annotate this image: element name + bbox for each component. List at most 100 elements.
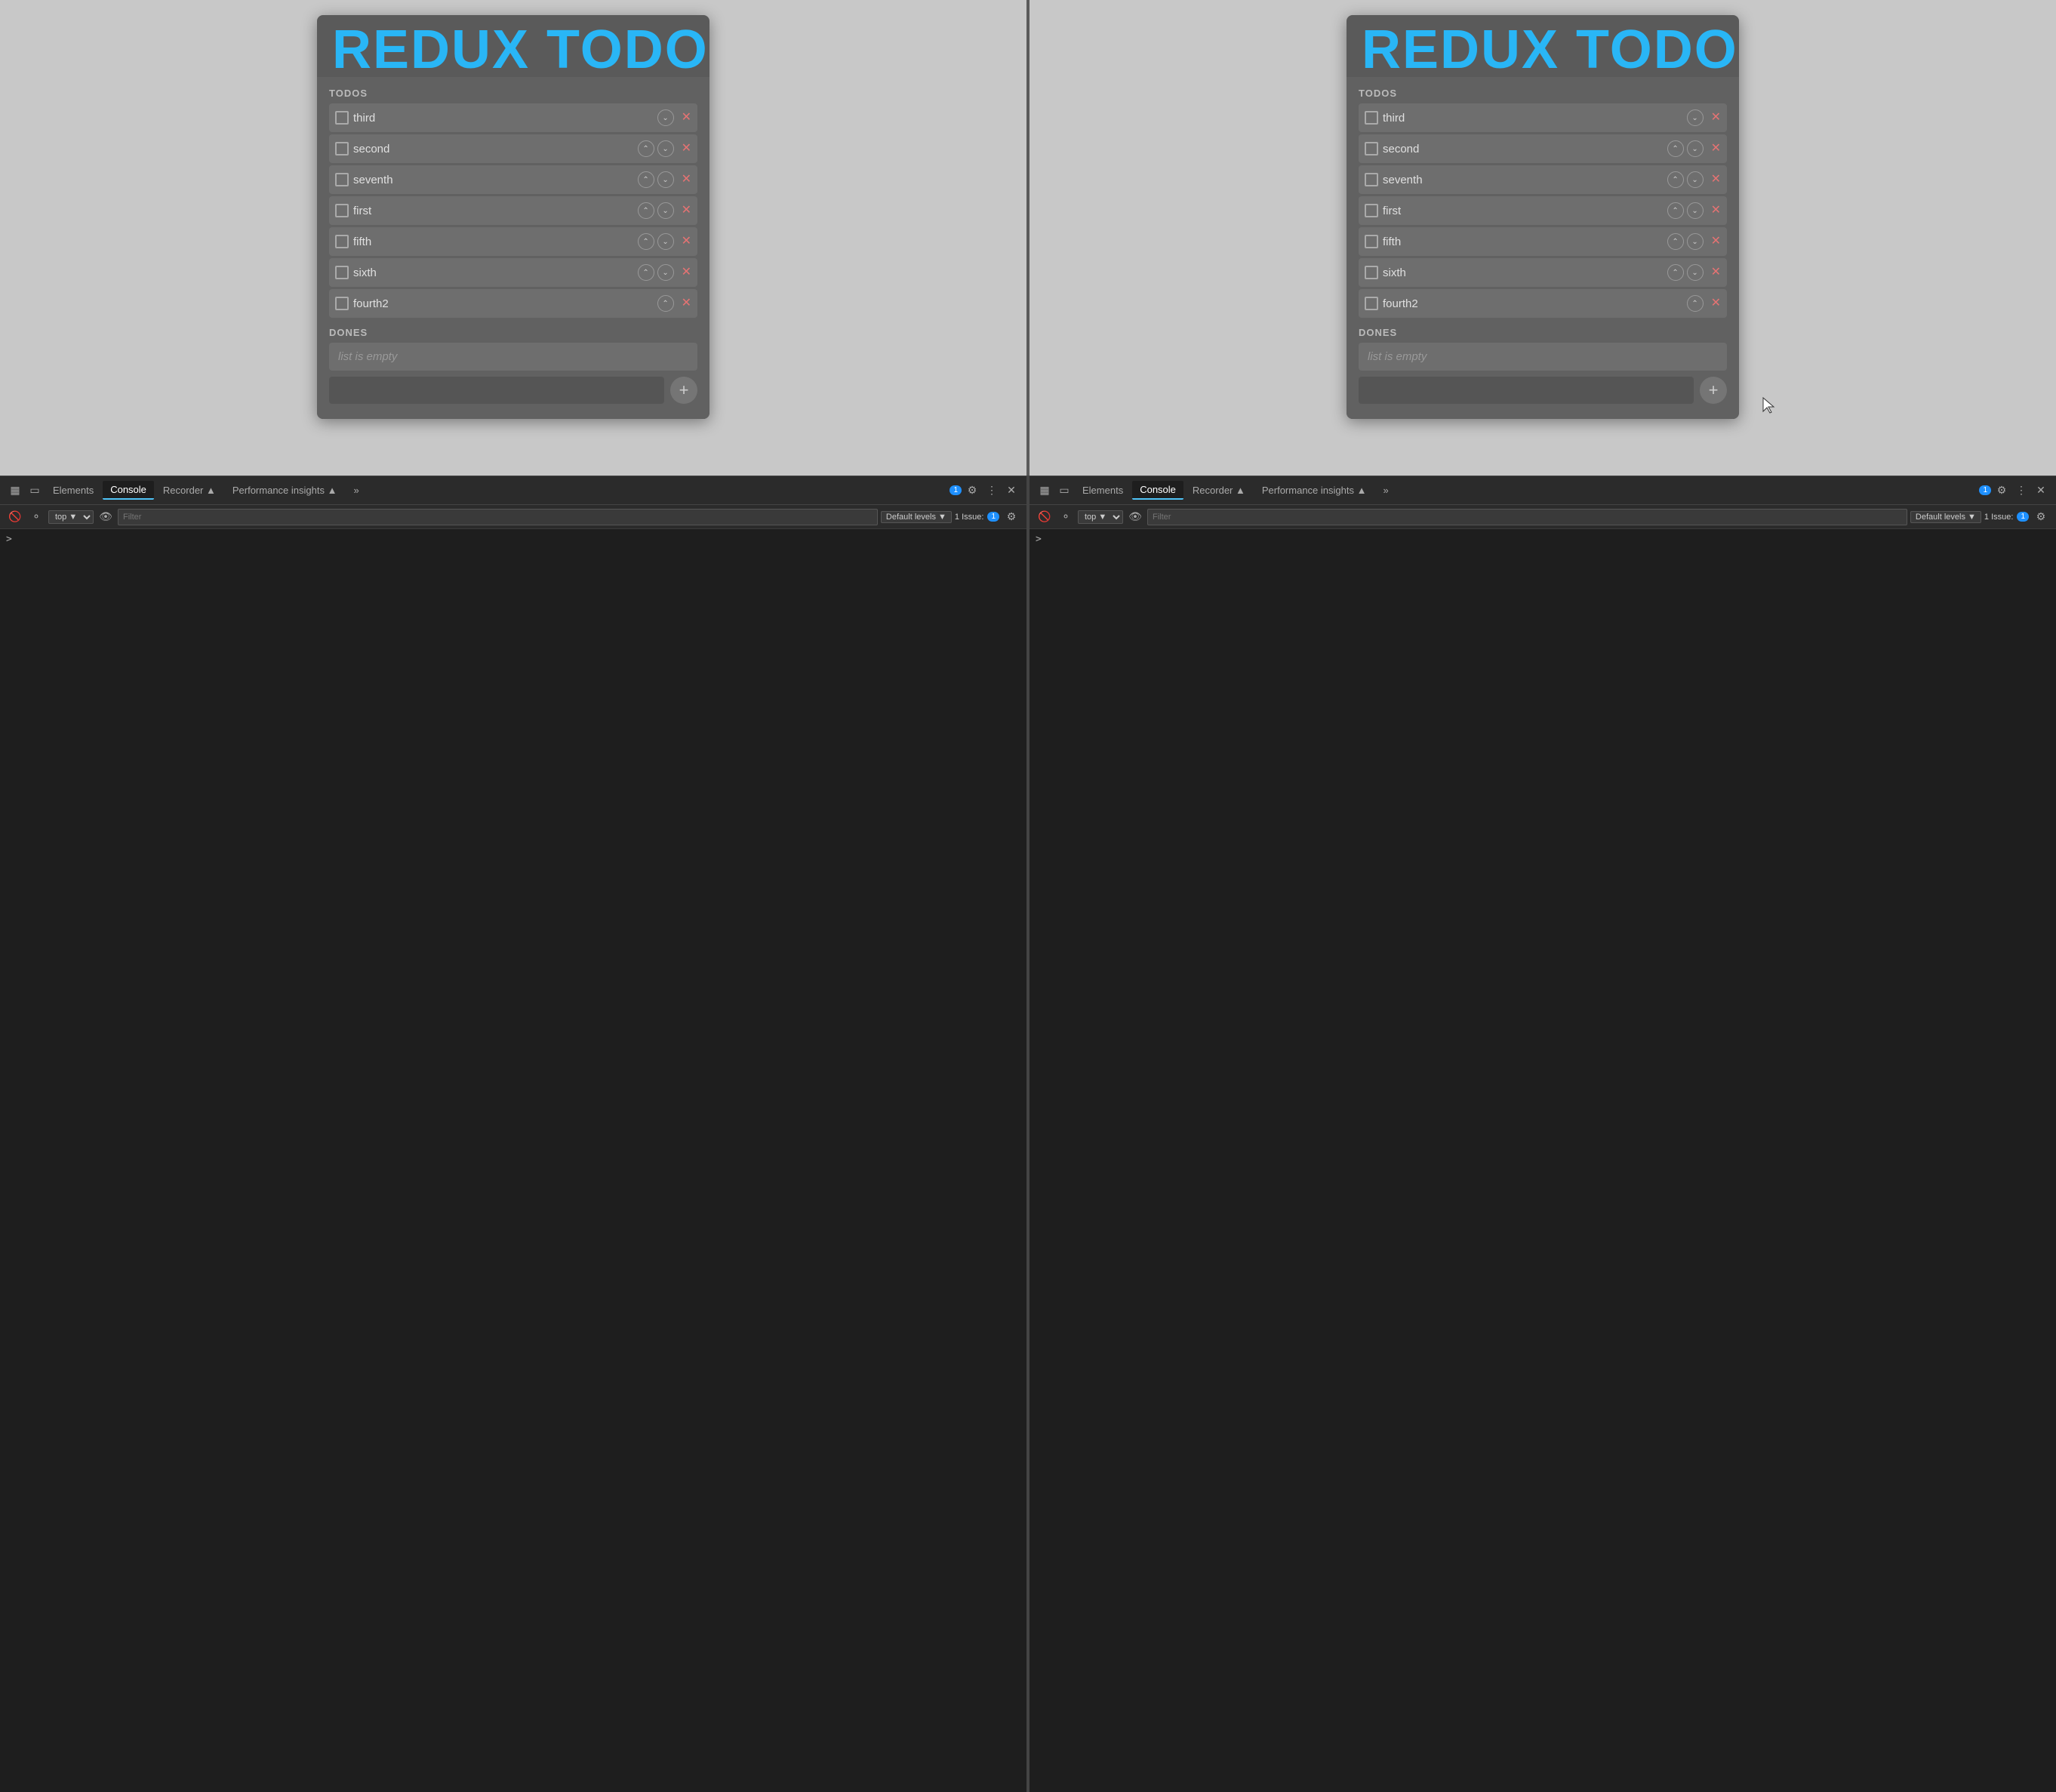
delete-button[interactable]: ✕ xyxy=(1711,297,1721,309)
devtools-close-icon[interactable]: ✕ xyxy=(1002,482,1020,500)
right-console-prompt: > xyxy=(1036,534,1042,545)
delete-button[interactable]: ✕ xyxy=(682,205,691,217)
table-row: sixth ⌃ ⌄ ✕ xyxy=(329,258,697,287)
devtools-device-icon[interactable]: ▭ xyxy=(26,482,44,500)
move-down-button[interactable]: ⌄ xyxy=(1687,171,1704,188)
right-devtools-inspect-icon[interactable]: ▦ xyxy=(1036,482,1054,500)
todo-checkbox[interactable] xyxy=(335,266,349,279)
delete-button[interactable]: ✕ xyxy=(1711,174,1721,186)
delete-button[interactable]: ✕ xyxy=(682,297,691,309)
devtools-inspect-icon[interactable]: ▦ xyxy=(6,482,24,500)
move-down-button[interactable]: ⌄ xyxy=(657,202,674,219)
right-console-top-select[interactable]: top ▼ xyxy=(1078,510,1123,524)
move-down-button[interactable]: ⌄ xyxy=(1687,233,1704,250)
move-down-button[interactable]: ⌄ xyxy=(1687,140,1704,157)
move-down-button[interactable]: ⌄ xyxy=(1687,202,1704,219)
delete-button[interactable]: ✕ xyxy=(682,236,691,248)
delete-button[interactable]: ✕ xyxy=(682,112,691,124)
move-up-button[interactable]: ⌃ xyxy=(657,295,674,312)
left-devtools-badge: 1 xyxy=(950,485,962,495)
todo-controls: ⌃ ⌄ xyxy=(638,233,674,250)
delete-button[interactable]: ✕ xyxy=(1711,205,1721,217)
delete-button[interactable]: ✕ xyxy=(1711,112,1721,124)
delete-button[interactable]: ✕ xyxy=(682,174,691,186)
delete-button[interactable]: ✕ xyxy=(682,143,691,155)
right-console-filter-icon[interactable]: ⚬ xyxy=(1057,508,1075,526)
right-tab-recorder[interactable]: Recorder ▲ xyxy=(1185,482,1253,499)
move-up-button[interactable]: ⌃ xyxy=(638,140,654,157)
move-down-button[interactable]: ⌄ xyxy=(657,140,674,157)
left-console-clear-icon[interactable]: 🚫 xyxy=(6,508,24,526)
move-down-button[interactable]: ⌄ xyxy=(1687,264,1704,281)
todo-checkbox[interactable] xyxy=(335,235,349,248)
tab-console[interactable]: Console xyxy=(103,481,154,500)
left-console-filter-icon[interactable]: ⚬ xyxy=(27,508,45,526)
todo-checkbox[interactable] xyxy=(1365,111,1378,125)
move-down-button[interactable]: ⌄ xyxy=(657,171,674,188)
right-console-filter-input[interactable] xyxy=(1147,509,1907,525)
delete-button[interactable]: ✕ xyxy=(682,266,691,279)
move-down-button[interactable]: ⌄ xyxy=(657,233,674,250)
devtools-more-icon[interactable]: ⋮ xyxy=(983,482,1001,500)
left-console-settings-icon[interactable]: ⚙ xyxy=(1002,508,1020,526)
todo-checkbox[interactable] xyxy=(1365,266,1378,279)
right-tab-performance[interactable]: Performance insights ▲ xyxy=(1254,482,1374,499)
right-add-button[interactable]: + xyxy=(1700,377,1727,404)
todo-checkbox[interactable] xyxy=(335,204,349,217)
right-tab-elements[interactable]: Elements xyxy=(1075,482,1131,499)
delete-button[interactable]: ✕ xyxy=(1711,236,1721,248)
move-up-button[interactable]: ⌃ xyxy=(1687,295,1704,312)
todo-checkbox[interactable] xyxy=(1365,204,1378,217)
right-devtools-close-icon[interactable]: ✕ xyxy=(2032,482,2050,500)
table-row: fourth2 ⌃ ✕ xyxy=(1359,289,1727,318)
move-up-button[interactable]: ⌃ xyxy=(638,202,654,219)
tab-more[interactable]: » xyxy=(346,482,366,499)
right-devtools-device-icon[interactable]: ▭ xyxy=(1055,482,1073,500)
right-tab-console[interactable]: Console xyxy=(1132,481,1183,500)
delete-button[interactable]: ✕ xyxy=(1711,266,1721,279)
move-up-button[interactable]: ⌃ xyxy=(638,264,654,281)
todo-checkbox[interactable] xyxy=(335,297,349,310)
right-console-levels-button[interactable]: Default levels ▼ xyxy=(1910,511,1981,523)
left-dones-label: DONES xyxy=(329,327,697,338)
left-add-button[interactable]: + xyxy=(670,377,697,404)
todo-checkbox[interactable] xyxy=(1365,235,1378,248)
left-console-eye-icon[interactable]: 👁 xyxy=(97,508,115,526)
tab-elements[interactable]: Elements xyxy=(45,482,101,499)
move-down-button[interactable]: ⌄ xyxy=(657,109,674,126)
todo-checkbox[interactable] xyxy=(335,111,349,125)
todo-controls: ⌃ ⌄ xyxy=(1667,264,1704,281)
left-console-filter-input[interactable] xyxy=(118,509,878,525)
right-add-input[interactable] xyxy=(1359,377,1694,404)
devtools-gear-icon[interactable]: ⚙ xyxy=(963,482,981,500)
move-down-button[interactable]: ⌄ xyxy=(1687,109,1704,126)
right-devtools-more-icon[interactable]: ⋮ xyxy=(2012,482,2030,500)
tab-recorder[interactable]: Recorder ▲ xyxy=(155,482,223,499)
move-up-button[interactable]: ⌃ xyxy=(638,233,654,250)
move-up-button[interactable]: ⌃ xyxy=(1667,202,1684,219)
right-console-settings-icon[interactable]: ⚙ xyxy=(2032,508,2050,526)
left-add-input[interactable] xyxy=(329,377,664,404)
move-up-button[interactable]: ⌃ xyxy=(1667,264,1684,281)
delete-button[interactable]: ✕ xyxy=(1711,143,1721,155)
right-tab-more[interactable]: » xyxy=(1375,482,1396,499)
left-console-top-select[interactable]: top ▼ xyxy=(48,510,94,524)
left-devtools-console-toolbar: 🚫 ⚬ top ▼ 👁 Default levels ▼ 1 Issue: 1 … xyxy=(0,505,1026,529)
tab-performance[interactable]: Performance insights ▲ xyxy=(225,482,345,499)
todo-checkbox[interactable] xyxy=(1365,142,1378,155)
left-console-levels-button[interactable]: Default levels ▼ xyxy=(881,511,952,523)
move-up-button[interactable]: ⌃ xyxy=(1667,140,1684,157)
right-console-eye-icon[interactable]: 👁 xyxy=(1126,508,1144,526)
right-add-area: + xyxy=(1359,377,1727,411)
right-console-clear-icon[interactable]: 🚫 xyxy=(1036,508,1054,526)
todo-checkbox[interactable] xyxy=(1365,173,1378,186)
move-up-button[interactable]: ⌃ xyxy=(1667,233,1684,250)
move-down-button[interactable]: ⌄ xyxy=(657,264,674,281)
right-devtools-gear-icon[interactable]: ⚙ xyxy=(1993,482,2011,500)
todo-checkbox[interactable] xyxy=(335,173,349,186)
move-up-button[interactable]: ⌃ xyxy=(1667,171,1684,188)
todo-checkbox[interactable] xyxy=(1365,297,1378,310)
left-console-prompt: > xyxy=(6,534,12,545)
move-up-button[interactable]: ⌃ xyxy=(638,171,654,188)
todo-checkbox[interactable] xyxy=(335,142,349,155)
